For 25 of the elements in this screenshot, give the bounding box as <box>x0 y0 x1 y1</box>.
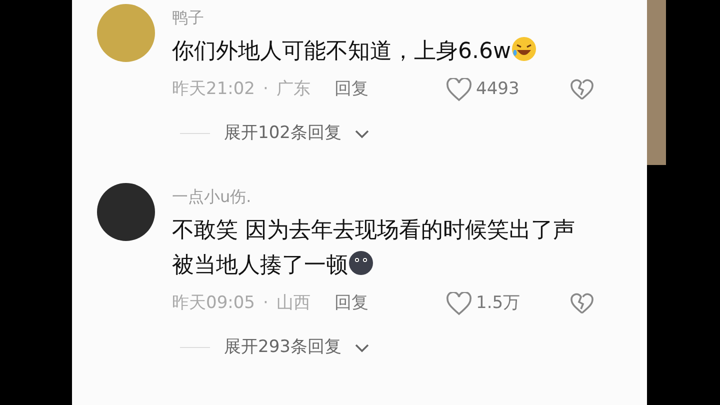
separator-dot: · <box>263 78 268 102</box>
comment-location: 广东 <box>276 78 310 102</box>
comment-time: 昨天09:05 <box>172 292 255 316</box>
chevron-down-icon[interactable] <box>355 342 370 353</box>
comment-time: 昨天21:02 <box>172 78 255 102</box>
broken-heart-icon[interactable] <box>570 293 594 315</box>
username[interactable]: 一点小u伤. <box>172 187 612 207</box>
reply-link[interactable]: 回复 <box>334 77 368 103</box>
expand-replies-link[interactable]: 展开293条回复 <box>224 335 342 360</box>
comment-text: 不敢笑 因为去年去现场看的时候笑出了声 <box>172 218 575 243</box>
comment-location: 山西 <box>276 292 310 316</box>
reply-link[interactable]: 回复 <box>334 291 368 317</box>
comment-text: 被当地人揍了一顿 <box>172 253 348 278</box>
username[interactable]: 鸭子 <box>172 8 612 28</box>
laughing-emoji-icon <box>510 36 537 62</box>
blob-emoji-icon <box>348 250 374 276</box>
like-count: 4493 <box>476 78 520 102</box>
separator-dot: · <box>263 292 268 316</box>
broken-heart-icon[interactable] <box>570 79 594 101</box>
heart-icon[interactable] <box>446 78 472 102</box>
like-count: 1.5万 <box>476 292 520 316</box>
chevron-down-icon[interactable] <box>355 128 370 139</box>
comment-text: 你们外地人可能不知道，上身6.6w <box>172 39 511 64</box>
expand-replies-link[interactable]: 展开102条回复 <box>224 121 342 146</box>
heart-icon[interactable] <box>446 292 472 316</box>
